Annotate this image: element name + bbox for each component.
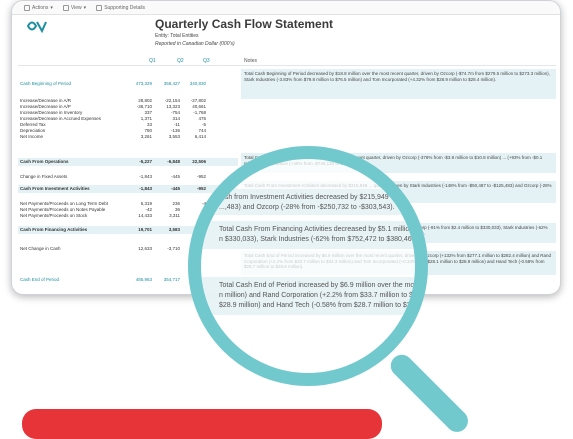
supporting-details-label: Supporting Details <box>104 4 146 11</box>
currency-note: Reported in Canadian Dollar (000's) <box>155 41 235 47</box>
cell-q1: -5,227 <box>139 159 152 164</box>
lens-text: ...sh from Investment Activities decreas… <box>219 194 389 201</box>
cell-q2: -445 <box>170 186 180 191</box>
lens-text: ...,483) and Ozcorp (-28% from -$250,732… <box>219 204 395 211</box>
bottom-red-banner <box>22 409 382 439</box>
cell-q2: 354,717 <box>163 277 180 282</box>
table-row: Net Income 3,261 3,553 6,414 <box>18 133 238 141</box>
cell-q2: -6,848 <box>167 159 180 164</box>
table-row: Cash Beginning of Period 473,329 358,427 34… <box>18 80 238 88</box>
row-label: Change in Fixed Assets <box>20 174 68 179</box>
row-label: Cash From Investment Activities <box>20 186 90 191</box>
column-header-q2: Q2 <box>177 58 184 64</box>
supporting-details-icon <box>96 4 103 11</box>
entity-label: Entity: Total Entities <box>155 33 199 39</box>
column-header-q3: Q3 <box>203 58 210 64</box>
company-logo-icon <box>26 21 47 34</box>
cell-q1: 473,329 <box>135 81 152 86</box>
actions-icon <box>24 4 30 11</box>
cell-q3: 340,830 <box>189 81 206 86</box>
supporting-details-menu[interactable]: Supporting Details <box>96 4 146 11</box>
cell-q2: 3,553 <box>168 134 180 139</box>
cell-q1: -1,843 <box>139 186 152 191</box>
lens-text: Total Cash End of Period increased by $6… <box>219 282 424 289</box>
view-label: View <box>70 4 82 11</box>
report-title: Quarterly Cash Flow Statement <box>155 17 334 31</box>
magnifying-glass-icon: ...sh from Investment Activities decreas… <box>188 146 428 386</box>
row-label: Cash End of Period <box>20 277 60 282</box>
chevron-down-icon: ▾ <box>50 4 53 11</box>
cell-q1: 19,701 <box>138 227 152 232</box>
view-icon <box>62 4 69 11</box>
cell-q2: 3,583 <box>168 227 180 232</box>
cell-q1: 12,633 <box>138 246 152 251</box>
cell-q2: -445 <box>170 174 180 179</box>
lens-text: Total Cash From Financing Activities dec… <box>219 226 414 233</box>
lens-text: n million) and Rand Corporation (+2.2% f… <box>219 292 423 299</box>
row-label: Cash From Financing Activities <box>20 227 88 232</box>
chevron-down-icon: ▾ <box>83 4 87 11</box>
header-divider <box>18 65 556 66</box>
cell-q2: -3,710 <box>167 246 180 251</box>
row-label: Cash Beginning of Period <box>20 81 72 86</box>
cell-q2: 3,311 <box>169 213 180 218</box>
cell-q2: 358,427 <box>163 81 180 86</box>
actions-label: Actions <box>32 4 49 11</box>
cell-q1: 3,261 <box>140 134 152 139</box>
actions-menu[interactable]: Actions ▾ <box>24 4 53 11</box>
row-label: Net Income <box>20 134 44 139</box>
cell-q3: 6,414 <box>194 134 206 139</box>
cell-q1: 14,433 <box>138 213 152 218</box>
lens-text: $28.9 million) and Hand Tech (-0.58% fro… <box>219 302 424 309</box>
cell-q1: 485,963 <box>135 277 152 282</box>
column-header-notes: Notes <box>244 58 258 64</box>
note-cash-beginning: Total Cash Beginning of Period decreased… <box>241 69 556 99</box>
toolbar: Actions ▾ View ▾ Supporting Details <box>12 1 560 15</box>
lens-text: n $330,033), Stark Industries (-62% from… <box>219 236 424 243</box>
view-menu[interactable]: View ▾ <box>62 4 87 11</box>
row-label: Cash From Operations <box>20 159 69 164</box>
column-header-q1: Q1 <box>149 58 156 64</box>
row-label: Net Payments/Proceeds on Stock <box>20 213 88 218</box>
cell-q1: -1,843 <box>139 174 152 179</box>
row-label: Net Change in Cash <box>20 246 61 251</box>
